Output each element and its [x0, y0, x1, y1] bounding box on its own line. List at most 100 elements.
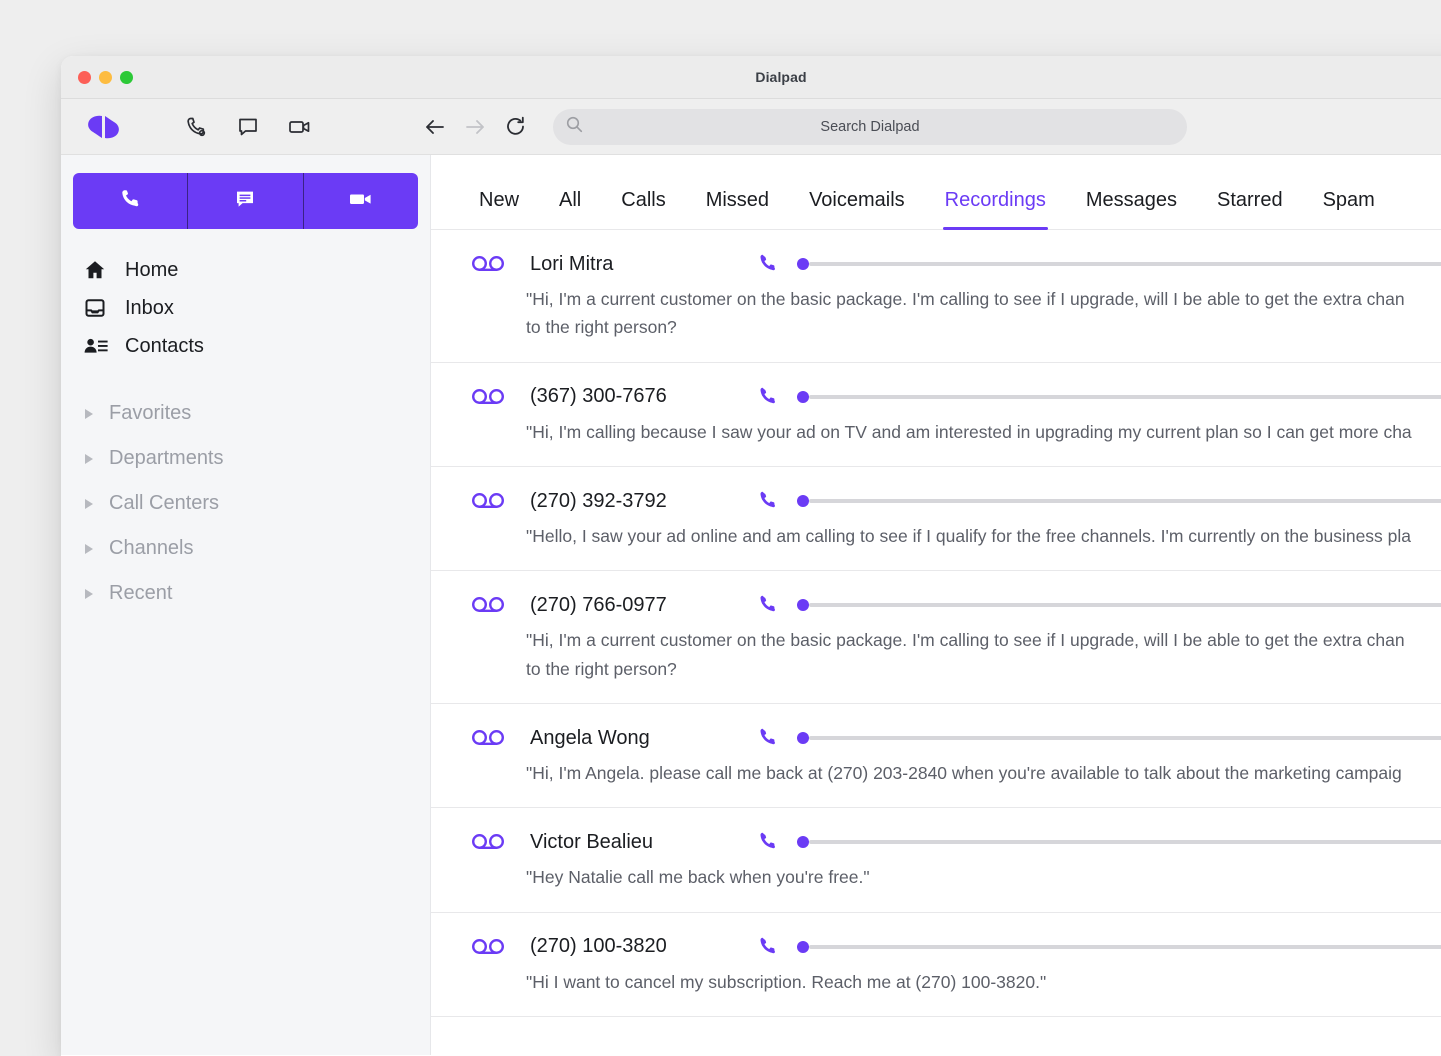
sidebar: Home Inbox Contacts Favorites Department…	[61, 155, 431, 1055]
voicemail-icon	[471, 728, 509, 748]
sidebar-group-favorites[interactable]: Favorites	[61, 391, 430, 436]
recording-row[interactable]: (270) 392-3792 "Hello, I saw your ad onl…	[431, 467, 1441, 572]
recording-row[interactable]: Victor Bealieu "Hey Natalie call me back…	[431, 808, 1441, 913]
chevron-right-icon	[85, 453, 93, 464]
recording-row-header: (270) 766-0977	[431, 593, 1441, 617]
audio-player[interactable]	[797, 836, 1441, 849]
audio-player[interactable]	[797, 940, 1441, 953]
tab-starred[interactable]: Starred	[1197, 189, 1303, 229]
sidebar-group-list: Favorites Departments Call Centers Chann…	[61, 391, 430, 616]
traffic-lights	[78, 70, 133, 84]
playback-scrubber-knob[interactable]	[797, 599, 809, 612]
recording-row-header: (367) 300-7676	[431, 385, 1441, 409]
audio-player[interactable]	[797, 258, 1441, 270]
sidebar-group-recent[interactable]: Recent	[61, 571, 430, 616]
playback-progress-track[interactable]	[809, 394, 1441, 399]
sidebar-item-label: Home	[125, 258, 179, 281]
navigation-icon-group	[423, 115, 527, 139]
toolbar: Search Dialpad	[61, 99, 1441, 155]
dialpad-logo	[85, 113, 147, 141]
recording-transcript: "Hi, I'm a current customer on the basic…	[526, 289, 1405, 338]
maximize-window-button[interactable]	[120, 70, 133, 84]
sidebar-group-call-centers[interactable]: Call Centers	[61, 481, 430, 526]
recording-row[interactable]: (367) 300-7676 "Hi, I'm calling because …	[431, 363, 1441, 468]
playback-scrubber-knob[interactable]	[797, 390, 809, 403]
phone-icon[interactable]	[758, 830, 782, 854]
recording-transcript: "Hello, I saw your ad online and am call…	[526, 526, 1412, 547]
phone-icon[interactable]	[758, 385, 782, 409]
tab-calls[interactable]: Calls	[601, 189, 685, 229]
sidebar-group-label: Departments	[109, 447, 224, 469]
audio-player[interactable]	[797, 732, 1441, 745]
chevron-right-icon	[85, 498, 93, 509]
playback-scrubber-knob[interactable]	[797, 940, 809, 953]
playback-progress-track[interactable]	[809, 944, 1441, 949]
voicemail-icon	[471, 254, 509, 274]
voicemail-icon	[471, 387, 509, 407]
phone-icon	[118, 187, 142, 216]
tab-new[interactable]: New	[459, 189, 539, 229]
quick-action-bar	[73, 173, 418, 229]
reload-icon[interactable]	[503, 115, 527, 139]
recording-row[interactable]: (270) 766-0977 "Hi, I'm a current custom…	[431, 571, 1441, 705]
playback-scrubber-knob[interactable]	[797, 258, 809, 270]
recording-row[interactable]: Angela Wong "Hi, I'm Angela. please call…	[431, 704, 1441, 809]
chevron-right-icon	[85, 543, 93, 554]
sidebar-group-channels[interactable]: Channels	[61, 526, 430, 571]
sidebar-item-home[interactable]: Home	[61, 251, 430, 289]
audio-player[interactable]	[797, 390, 1441, 403]
playback-scrubber-knob[interactable]	[797, 732, 809, 745]
recording-title: (270) 100-3820	[530, 935, 667, 958]
playback-progress-track[interactable]	[809, 499, 1441, 504]
content-area: New All Calls Missed Voicemails Recordin…	[431, 155, 1441, 1055]
tab-all[interactable]: All	[539, 189, 601, 229]
video-icon[interactable]	[287, 114, 313, 140]
playback-scrubber-knob[interactable]	[797, 495, 809, 508]
recording-row[interactable]: Lori Mitra "Hi, I'm a current customer o…	[431, 230, 1441, 363]
tab-spam[interactable]: Spam	[1303, 189, 1395, 229]
playback-progress-track[interactable]	[809, 603, 1441, 608]
forward-arrow-icon	[463, 115, 487, 139]
audio-player[interactable]	[797, 599, 1441, 612]
sidebar-item-label: Contacts	[125, 334, 204, 357]
phone-icon[interactable]	[758, 726, 782, 750]
close-window-button[interactable]	[78, 70, 91, 84]
search-input[interactable]: Search Dialpad	[553, 119, 1187, 135]
playback-progress-track[interactable]	[809, 262, 1441, 266]
playback-scrubber-knob[interactable]	[797, 836, 809, 849]
sidebar-item-inbox[interactable]: Inbox	[61, 289, 430, 327]
window-title: Dialpad	[755, 69, 807, 85]
new-call-button[interactable]	[73, 173, 187, 229]
recording-transcript: "Hi, I'm a current customer on the basic…	[526, 630, 1405, 679]
phone-icon[interactable]	[758, 593, 782, 617]
message-icon	[233, 187, 257, 216]
minimize-window-button[interactable]	[99, 70, 112, 84]
message-icon[interactable]	[235, 114, 261, 140]
voicemail-icon	[471, 937, 509, 957]
recording-row-header: Lori Mitra	[431, 252, 1441, 276]
search-bar[interactable]: Search Dialpad	[553, 108, 1187, 145]
tab-missed[interactable]: Missed	[686, 189, 789, 229]
recording-row[interactable]: (270) 100-3820 "Hi I want to cancel my s…	[431, 913, 1441, 1018]
playback-progress-track[interactable]	[809, 840, 1441, 845]
audio-player[interactable]	[797, 495, 1441, 508]
chevron-right-icon	[85, 588, 93, 599]
tab-messages[interactable]: Messages	[1066, 189, 1197, 229]
recording-title: (367) 300-7676	[530, 385, 667, 408]
sidebar-item-contacts[interactable]: Contacts	[61, 327, 430, 365]
new-meeting-button[interactable]	[302, 173, 418, 229]
phone-icon[interactable]	[758, 935, 782, 959]
playback-progress-track[interactable]	[809, 736, 1441, 741]
phone-icon[interactable]	[758, 489, 782, 513]
back-arrow-icon[interactable]	[423, 115, 447, 139]
new-message-button[interactable]	[187, 173, 302, 229]
sidebar-group-departments[interactable]: Departments	[61, 436, 430, 481]
phone-icon[interactable]	[758, 252, 782, 276]
tab-voicemails[interactable]: Voicemails	[789, 189, 925, 229]
voicemail-icon	[471, 832, 509, 852]
tab-recordings[interactable]: Recordings	[925, 189, 1066, 230]
recording-title: Angela Wong	[530, 726, 650, 749]
phone-icon[interactable]	[183, 114, 209, 140]
sidebar-group-label: Favorites	[109, 402, 192, 424]
app-body: Home Inbox Contacts Favorites Department…	[61, 155, 1441, 1055]
